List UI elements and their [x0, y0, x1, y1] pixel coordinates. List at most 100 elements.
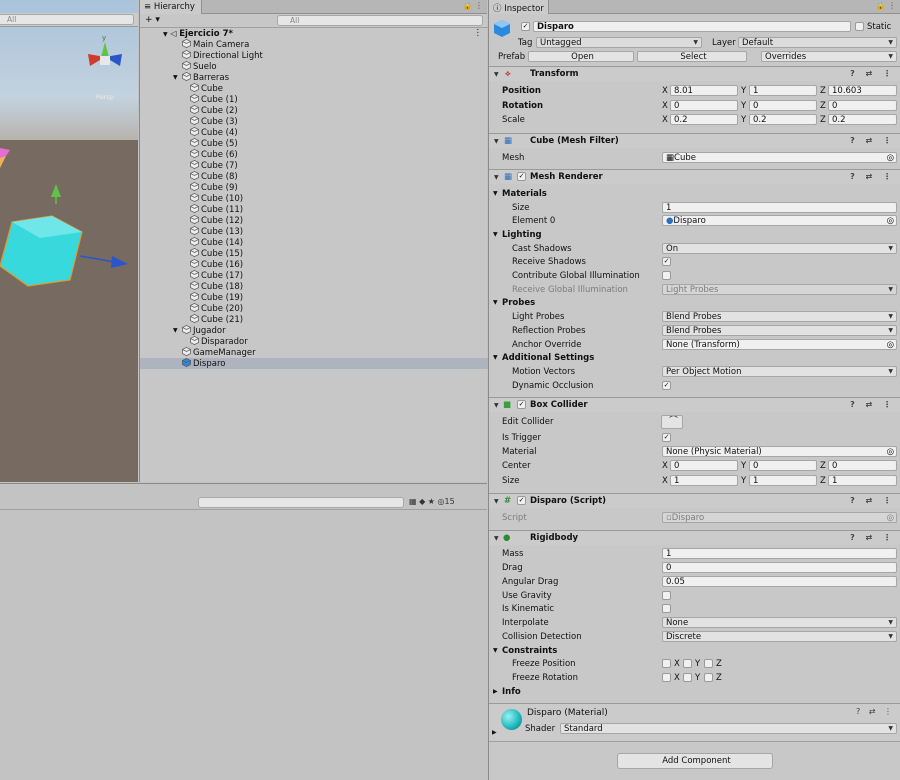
mass-field[interactable]: 1: [662, 548, 897, 559]
collision-detection-dropdown[interactable]: Discrete: [662, 631, 897, 642]
component-menu-icons[interactable]: ? ⇄ ⋮: [850, 531, 895, 545]
hierarchy-item[interactable]: Cube (5): [140, 138, 488, 149]
vector-field-y[interactable]: 0: [749, 460, 817, 471]
move-handle-y[interactable]: [51, 184, 61, 197]
project-search-input[interactable]: [198, 497, 404, 508]
vector-field-x[interactable]: 8.01: [670, 85, 738, 96]
script-header[interactable]: ▼ # ✓ Disparo (Script)? ⇄ ⋮: [489, 493, 900, 508]
lighting-foldout[interactable]: ▼ Lighting: [493, 230, 542, 240]
is-trigger-checkbox[interactable]: ✓: [662, 433, 671, 442]
vector-field-z[interactable]: 1: [828, 475, 897, 486]
prefab-select-button[interactable]: Select: [637, 51, 747, 62]
light-probes-dropdown[interactable]: Blend Probes: [662, 311, 897, 322]
tab-hierarchy[interactable]: ≡ Hierarchy: [140, 0, 202, 14]
use-gravity-checkbox[interactable]: [662, 591, 671, 600]
material-fold-icon[interactable]: ▶: [492, 729, 497, 736]
hierarchy-item[interactable]: Cube (19): [140, 292, 488, 303]
drag-field[interactable]: 0: [662, 562, 897, 573]
vector-field-x[interactable]: 0.2: [670, 114, 738, 125]
component-menu-icons[interactable]: ? ⇄ ⋮: [850, 134, 895, 148]
vector-field-y[interactable]: 0.2: [749, 114, 817, 125]
freeze-position-x-checkbox[interactable]: [662, 659, 671, 668]
box-collider-header[interactable]: ▼ ■ ✓ Box Collider? ⇄ ⋮: [489, 397, 900, 412]
hierarchy-item[interactable]: Cube (8): [140, 171, 488, 182]
dynamic-occlusion-checkbox[interactable]: ✓: [662, 381, 671, 390]
vector-field-z[interactable]: 0: [828, 460, 897, 471]
freeze-rotation-y-checkbox[interactable]: [683, 673, 692, 682]
material-menu-icons[interactable]: ? ⇄ ⋮: [856, 707, 895, 716]
hierarchy-item[interactable]: Cube (12): [140, 215, 488, 226]
hierarchy-item[interactable]: Cube (20): [140, 303, 488, 314]
hierarchy-item[interactable]: Cube (11): [140, 204, 488, 215]
filter-icons[interactable]: ▦ ◆ ★ ◎15: [409, 497, 455, 506]
probes-foldout[interactable]: ▼ Probes: [493, 298, 535, 308]
hierarchy-item[interactable]: Cube (16): [140, 259, 488, 270]
hierarchy-item[interactable]: Cube (10): [140, 193, 488, 204]
move-handle-z[interactable]: [111, 256, 128, 268]
anchor-override-field[interactable]: None (Transform) ◎: [662, 339, 897, 350]
scene-root-row[interactable]: ▼ ◁ Ejercicio 7* ⋮: [140, 28, 488, 39]
hierarchy-item[interactable]: Cube (1): [140, 94, 488, 105]
vector-field-z[interactable]: 0: [828, 100, 897, 111]
materials-foldout[interactable]: ▼ Materials: [493, 189, 547, 199]
prefab-overrides-dropdown[interactable]: Overrides: [761, 51, 897, 62]
hierarchy-item[interactable]: Disparo: [140, 358, 488, 369]
scene-view[interactable]: All y Persp: [0, 0, 138, 482]
scene-gizmo[interactable]: y: [80, 32, 130, 82]
element0-field[interactable]: ●Disparo ◎: [662, 215, 897, 226]
vector-field-y[interactable]: 1: [749, 475, 817, 486]
script-enabled-checkbox[interactable]: ✓: [517, 496, 526, 505]
receive-shadows-checkbox[interactable]: ✓: [662, 257, 671, 266]
layer-dropdown[interactable]: Default: [738, 37, 897, 48]
scene-search-input[interactable]: All: [0, 14, 134, 25]
hierarchy-item[interactable]: Cube (9): [140, 182, 488, 193]
gizmo-y-axis[interactable]: [101, 42, 109, 57]
mesh-filter-header[interactable]: ▼ ▦ Cube (Mesh Filter)? ⇄ ⋮: [489, 133, 900, 148]
motion-vectors-dropdown[interactable]: Per Object Motion: [662, 366, 897, 377]
shader-dropdown[interactable]: Standard: [560, 723, 897, 734]
vector-field-y[interactable]: 0: [749, 100, 817, 111]
hierarchy-item[interactable]: Cube (21): [140, 314, 488, 325]
vector-field-x[interactable]: 0: [670, 460, 738, 471]
component-menu-icons[interactable]: ? ⇄ ⋮: [850, 494, 895, 508]
hierarchy-item[interactable]: Cube (7): [140, 160, 488, 171]
hierarchy-item[interactable]: Cube (6): [140, 149, 488, 160]
add-component-button[interactable]: Add Component: [617, 753, 773, 769]
interpolate-dropdown[interactable]: None: [662, 617, 897, 628]
hierarchy-item[interactable]: Directional Light: [140, 50, 488, 61]
component-menu-icons[interactable]: ? ⇄ ⋮: [850, 67, 895, 81]
vector-field-y[interactable]: 1: [749, 85, 817, 96]
hierarchy-tab-menu-icon[interactable]: 🔒 ⋮: [462, 1, 483, 10]
transform-header[interactable]: ▼ ⟡ Transform? ⇄ ⋮: [489, 66, 900, 81]
prefab-open-button[interactable]: Open: [528, 51, 634, 62]
hierarchy-item[interactable]: Cube (3): [140, 116, 488, 127]
active-checkbox[interactable]: ✓: [521, 22, 530, 31]
additional-settings-foldout[interactable]: ▼ Additional Settings: [493, 353, 594, 363]
hierarchy-item[interactable]: GameManager: [140, 347, 488, 358]
vector-field-z[interactable]: 10.603: [828, 85, 897, 96]
materials-size-field[interactable]: 1: [662, 202, 897, 213]
vector-field-x[interactable]: 1: [670, 475, 738, 486]
freeze-rotation-z-checkbox[interactable]: [704, 673, 713, 682]
collider-material-field[interactable]: None (Physic Material) ◎: [662, 446, 897, 457]
reflection-probes-dropdown[interactable]: Blend Probes: [662, 325, 897, 336]
is-kinematic-checkbox[interactable]: [662, 604, 671, 613]
add-object-button[interactable]: + ▾: [145, 15, 160, 25]
freeze-position-z-checkbox[interactable]: [704, 659, 713, 668]
hierarchy-item[interactable]: Cube: [140, 83, 488, 94]
hierarchy-item[interactable]: ▼ Barreras: [140, 72, 488, 83]
tag-dropdown[interactable]: Untagged: [536, 37, 702, 48]
edit-collider-button[interactable]: ⌒: [661, 415, 683, 429]
hierarchy-item[interactable]: Cube (2): [140, 105, 488, 116]
hierarchy-item[interactable]: Cube (14): [140, 237, 488, 248]
angular-drag-field[interactable]: 0.05: [662, 576, 897, 587]
hierarchy-item[interactable]: Main Camera: [140, 39, 488, 50]
persp-label[interactable]: Persp: [96, 93, 114, 101]
constraints-foldout[interactable]: ▼ Constraints: [493, 646, 557, 656]
freeze-rotation-x-checkbox[interactable]: [662, 673, 671, 682]
hierarchy-item[interactable]: Cube (17): [140, 270, 488, 281]
hierarchy-item[interactable]: Cube (4): [140, 127, 488, 138]
inspector-tab-menu-icon[interactable]: 🔒 ⋮: [875, 1, 896, 10]
mesh-renderer-header[interactable]: ▼ ▦ ✓ Mesh Renderer? ⇄ ⋮: [489, 169, 900, 184]
vector-field-x[interactable]: 0: [670, 100, 738, 111]
